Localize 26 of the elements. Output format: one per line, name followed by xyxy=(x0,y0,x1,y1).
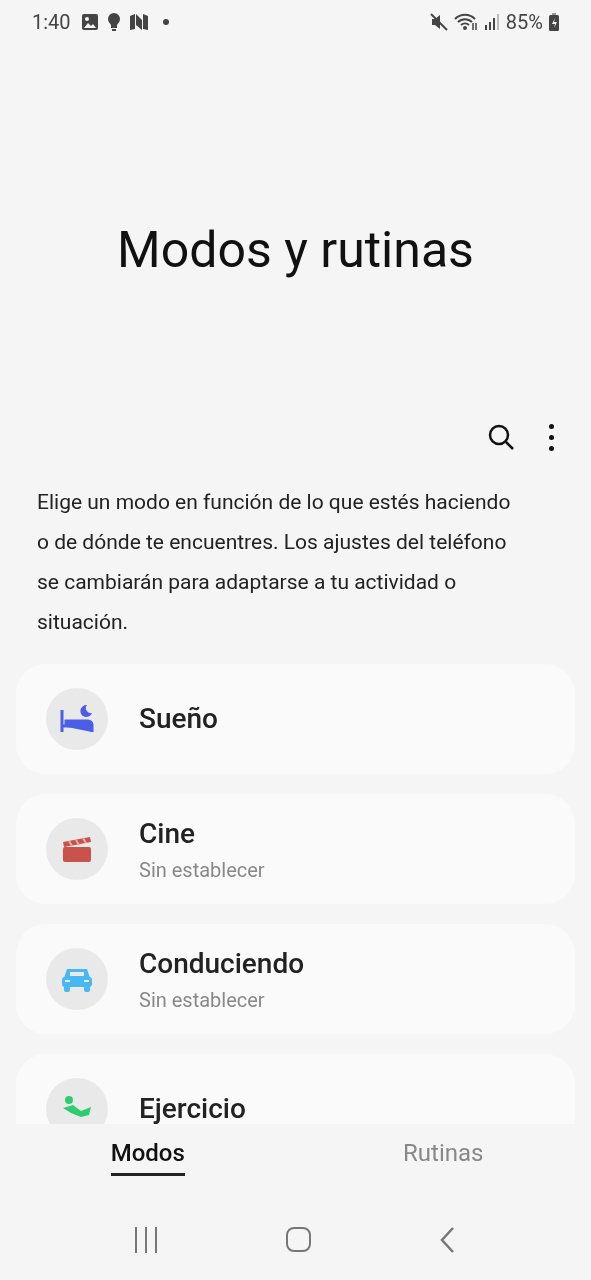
signal-icon xyxy=(483,14,500,31)
mode-card[interactable]: Sueño xyxy=(16,664,575,774)
mode-status: Sin establecer xyxy=(139,857,265,884)
bulb-icon xyxy=(106,12,121,33)
description-text: Elige un modo en función de lo que estés haciendo o de dónde te encuentres. Los ajustes del teléfono se cambiarán para adaptarse a tu actividad o situación. xyxy=(36,489,512,636)
mode-name: Sueño xyxy=(139,701,218,737)
status-time: 1:40 xyxy=(32,9,71,37)
mode-name: Ejercicio xyxy=(139,1091,246,1125)
mode-card[interactable]: Ejercicio xyxy=(16,1054,575,1125)
mode-card[interactable]: Conduciendo Sin establecer xyxy=(16,924,575,1034)
battery-icon xyxy=(549,13,559,32)
image-icon xyxy=(80,13,99,32)
home-button[interactable] xyxy=(286,1227,311,1253)
mode-name: Cine xyxy=(139,816,196,852)
tab[interactable]: Modos xyxy=(110,1135,185,1177)
wifi-icon xyxy=(453,13,478,32)
battery-percent: 85% xyxy=(505,9,543,37)
map-icon xyxy=(128,13,149,32)
mode-name: Conduciendo xyxy=(139,946,305,982)
bed-icon xyxy=(60,704,94,734)
recent-apps-button[interactable] xyxy=(133,1227,160,1253)
clapperboard-icon xyxy=(62,835,92,863)
mode-card[interactable]: Cine Sin establecer xyxy=(16,794,575,904)
mode-status: Sin establecer xyxy=(139,987,266,1014)
mute-icon xyxy=(429,13,448,32)
page-title: Modos y rutinas xyxy=(117,220,474,282)
